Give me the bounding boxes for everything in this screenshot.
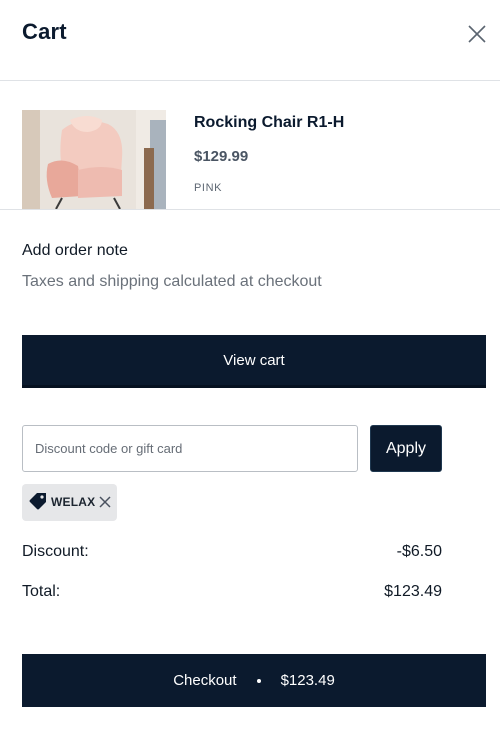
- separator-dot: [256, 678, 261, 683]
- discount-code-label: WELAX: [51, 495, 96, 509]
- checkout-label: Checkout: [173, 672, 237, 689]
- total-label: Total:: [22, 583, 61, 600]
- cart-item: Rocking Chair R1-H $129.99 PINK: [0, 81, 500, 210]
- view-cart-button[interactable]: View cart: [22, 335, 486, 388]
- tax-shipping-note: Taxes and shipping calculated at checkou…: [22, 273, 322, 290]
- checkout-button[interactable]: Checkout $123.49: [22, 654, 486, 707]
- apply-discount-button[interactable]: Apply: [370, 425, 442, 472]
- remove-discount-icon[interactable]: [97, 494, 113, 510]
- total-amount: $123.49: [384, 583, 442, 600]
- discount-amount: -$6.50: [396, 543, 442, 560]
- checkout-total: $123.49: [280, 672, 335, 689]
- cart-header: Cart: [0, 0, 500, 81]
- product-name[interactable]: Rocking Chair R1-H: [194, 114, 344, 132]
- product-price: $129.99: [194, 148, 249, 165]
- discount-label: Discount:: [22, 543, 89, 560]
- product-variant: PINK: [194, 182, 223, 194]
- tag-icon: [29, 493, 46, 510]
- product-image[interactable]: [22, 110, 166, 209]
- close-icon[interactable]: [465, 22, 489, 46]
- page-title: Cart: [22, 19, 67, 44]
- applied-discount-chip: WELAX: [22, 484, 117, 521]
- discount-code-input[interactable]: [22, 425, 358, 472]
- add-order-note-link[interactable]: Add order note: [22, 242, 128, 260]
